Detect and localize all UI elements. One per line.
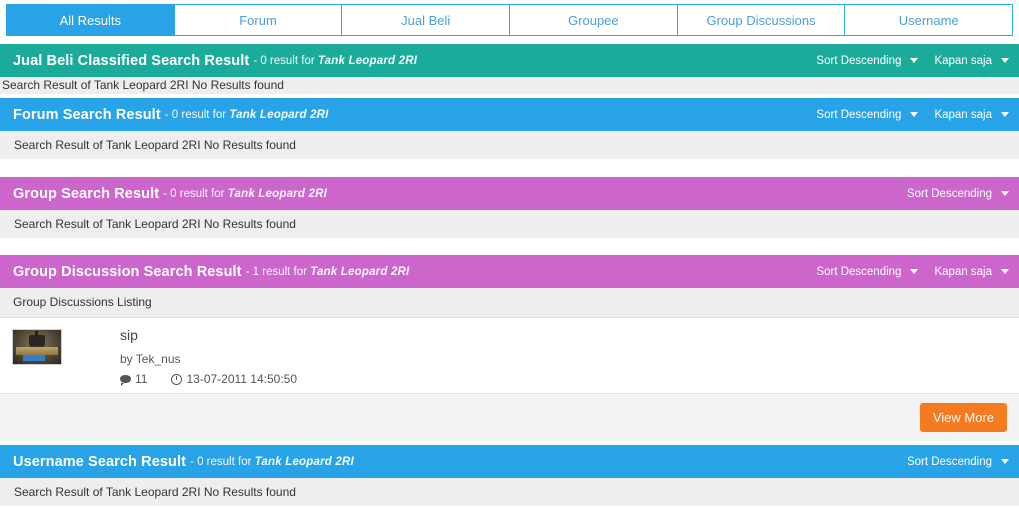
jual-beli-title: Jual Beli Classified Search Result bbox=[13, 52, 250, 69]
forum-header: Forum Search Result - 0 result for Tank … bbox=[0, 98, 1019, 131]
username-header: Username Search Result - 0 result for Ta… bbox=[0, 445, 1019, 478]
jual-beli-header: Jual Beli Classified Search Result - 0 r… bbox=[0, 44, 1019, 77]
chevron-down-icon bbox=[910, 269, 919, 274]
section-username: Username Search Result - 0 result for Ta… bbox=[0, 445, 1019, 506]
group-search-term: Tank Leopard 2RI bbox=[227, 187, 327, 200]
timestamp-group: 13-07-2011 14:50:50 bbox=[171, 372, 297, 386]
username-search-term: Tank Leopard 2RI bbox=[254, 455, 354, 468]
list-item-meta: 11 13-07-2011 14:50:50 bbox=[120, 372, 297, 386]
group-discussions-listing-header: Group Discussions Listing bbox=[0, 288, 1019, 317]
forum-body: Search Result of Tank Leopard 2RI No Res… bbox=[0, 131, 1019, 159]
group-discussion-search-term: Tank Leopard 2RI bbox=[310, 265, 410, 278]
forum-no-results-text: Search Result of Tank Leopard 2RI No Res… bbox=[14, 138, 296, 152]
username-no-results-text: Search Result of Tank Leopard 2RI No Res… bbox=[14, 485, 296, 499]
view-more-button[interactable]: View More bbox=[919, 403, 1007, 432]
comment-count: 11 bbox=[135, 372, 148, 386]
jual-beli-search-term: Tank Leopard 2RI bbox=[317, 54, 418, 67]
group-subtitle: - 0 result for Tank Leopard 2RI bbox=[163, 188, 327, 200]
tab-jual-beli[interactable]: Jual Beli bbox=[342, 4, 511, 36]
group-header: Group Search Result - 0 result for Tank … bbox=[0, 177, 1019, 210]
tab-group-discussions[interactable]: Group Discussions bbox=[677, 4, 846, 36]
username-sort-dropdown[interactable]: Sort Descending bbox=[907, 456, 1009, 468]
list-item[interactable]: sip by Tek_nus 11 13-07-2011 14:50:50 bbox=[0, 317, 1019, 394]
group-discussion-title: Group Discussion Search Result bbox=[13, 263, 242, 280]
group-sort-label: Sort Descending bbox=[906, 187, 992, 200]
clock-icon bbox=[171, 373, 183, 385]
chevron-down-icon bbox=[1001, 191, 1009, 196]
group-discussion-time-label: Kapan saja bbox=[934, 265, 992, 278]
username-sort-label: Sort Descending bbox=[906, 455, 992, 468]
list-item-info: sip by Tek_nus 11 13-07-2011 14:50:50 bbox=[62, 327, 297, 386]
group-title: Group Search Result bbox=[13, 185, 160, 202]
spacer bbox=[0, 36, 1019, 44]
forum-sort-label: Sort Descending bbox=[816, 108, 902, 121]
group-discussion-sort-label: Sort Descending bbox=[816, 265, 902, 278]
section-group: Group Search Result - 0 result for Tank … bbox=[0, 177, 1019, 238]
username-subtitle: - 0 result for Tank Leopard 2RI bbox=[190, 456, 354, 468]
forum-title: Forum Search Result bbox=[13, 106, 161, 123]
chevron-down-icon bbox=[910, 58, 919, 63]
group-tools: Sort Descending bbox=[907, 188, 1009, 200]
forum-subtitle: - 0 result for Tank Leopard 2RI bbox=[165, 109, 329, 121]
spacer bbox=[0, 238, 1019, 255]
group-discussion-footer: View More bbox=[0, 394, 1019, 441]
group-discussions-listing-label: Group Discussions Listing bbox=[13, 295, 152, 309]
jual-beli-count-text: - 0 result for bbox=[253, 54, 315, 67]
group-discussion-subtitle: - 1 result for Tank Leopard 2RI bbox=[246, 266, 410, 278]
spacer bbox=[0, 159, 1019, 177]
group-discussion-count-text: - 1 result for bbox=[245, 265, 307, 278]
chevron-down-icon bbox=[910, 112, 919, 117]
chevron-down-icon bbox=[1001, 459, 1009, 464]
tab-username[interactable]: Username bbox=[845, 4, 1014, 36]
group-sort-dropdown[interactable]: Sort Descending bbox=[907, 188, 1009, 200]
chevron-down-icon bbox=[1001, 112, 1009, 117]
chevron-down-icon bbox=[1001, 58, 1009, 63]
jual-beli-sort-dropdown[interactable]: Sort Descending bbox=[816, 54, 919, 67]
username-count-text: - 0 result for bbox=[190, 455, 252, 468]
group-discussion-header: Group Discussion Search Result - 1 resul… bbox=[0, 255, 1019, 288]
forum-time-dropdown[interactable]: Kapan saja bbox=[934, 109, 1009, 121]
forum-time-label: Kapan saja bbox=[934, 108, 992, 121]
forum-tools: Sort Descending Kapan saja bbox=[816, 109, 1009, 121]
tab-groupee[interactable]: Groupee bbox=[510, 4, 678, 36]
results-tab-bar: All Results Forum Jual Beli Groupee Grou… bbox=[0, 0, 1019, 36]
group-discussion-sort-dropdown[interactable]: Sort Descending bbox=[816, 265, 919, 278]
jual-beli-time-label: Kapan saja bbox=[934, 54, 992, 67]
section-forum: Forum Search Result - 0 result for Tank … bbox=[0, 98, 1019, 159]
section-jual-beli: Jual Beli Classified Search Result - 0 r… bbox=[0, 44, 1019, 94]
jual-beli-body: Search Result of Tank Leopard 2RI No Res… bbox=[0, 77, 1019, 94]
tab-all-results[interactable]: All Results bbox=[6, 4, 175, 36]
username-title: Username Search Result bbox=[13, 453, 187, 470]
group-no-results-text: Search Result of Tank Leopard 2RI No Res… bbox=[14, 217, 296, 231]
chevron-down-icon bbox=[1001, 269, 1009, 274]
jual-beli-sort-label: Sort Descending bbox=[816, 54, 902, 67]
jual-beli-tools: Sort Descending Kapan saja bbox=[816, 55, 1009, 67]
timestamp: 13-07-2011 14:50:50 bbox=[186, 372, 298, 386]
jual-beli-time-dropdown[interactable]: Kapan saja bbox=[934, 55, 1009, 67]
comment-icon bbox=[120, 375, 131, 386]
discussion-thumbnail-icon bbox=[12, 329, 62, 365]
group-count-text: - 0 result for bbox=[163, 187, 225, 200]
forum-count-text: - 0 result for bbox=[164, 108, 227, 121]
tab-forum[interactable]: Forum bbox=[174, 4, 343, 36]
jual-beli-subtitle: - 0 result for Tank Leopard 2RI bbox=[253, 55, 417, 67]
username-tools: Sort Descending bbox=[907, 456, 1009, 468]
list-item-title[interactable]: sip bbox=[120, 327, 297, 343]
list-item-author: by Tek_nus bbox=[120, 352, 181, 366]
group-discussion-time-dropdown[interactable]: Kapan saja bbox=[934, 266, 1009, 278]
username-body: Search Result of Tank Leopard 2RI No Res… bbox=[0, 478, 1019, 506]
jual-beli-no-results-text: Search Result of Tank Leopard 2RI No Res… bbox=[2, 78, 284, 92]
forum-search-term: Tank Leopard 2RI bbox=[229, 108, 329, 121]
section-group-discussion: Group Discussion Search Result - 1 resul… bbox=[0, 255, 1019, 441]
comment-count-group: 11 bbox=[120, 372, 147, 386]
group-body: Search Result of Tank Leopard 2RI No Res… bbox=[0, 210, 1019, 238]
forum-sort-dropdown[interactable]: Sort Descending bbox=[816, 108, 919, 121]
group-discussion-tools: Sort Descending Kapan saja bbox=[816, 266, 1009, 278]
